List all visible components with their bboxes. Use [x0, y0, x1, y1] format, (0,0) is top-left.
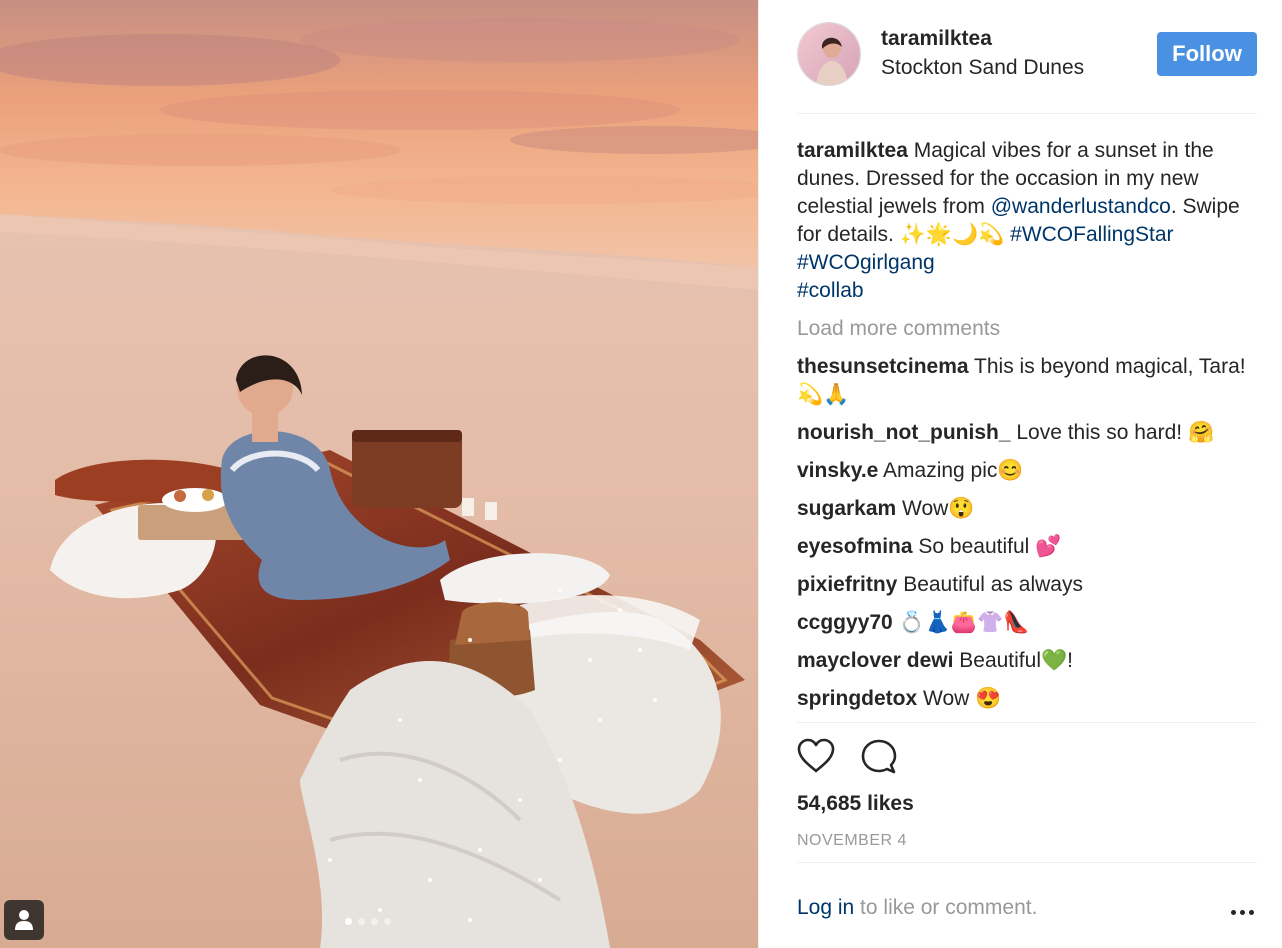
comment-text: Amazing pic😊 — [878, 459, 1024, 482]
comment: sugarkam Wow😲 — [797, 495, 1257, 523]
hashtag-link[interactable]: #WCOgirlgang — [797, 251, 935, 274]
comment-text: Beautiful as always — [897, 573, 1083, 596]
login-prompt: Log in to like or comment. — [797, 896, 1037, 920]
post-side-panel: taramilktea Stockton Sand Dunes Follow t… — [758, 0, 1282, 948]
comment-username[interactable]: ccggyy70 — [797, 611, 893, 634]
photo-illustration — [0, 0, 758, 948]
comment: pixiefritny Beautiful as always — [797, 571, 1257, 599]
comment-username[interactable]: thesunsetcinema — [797, 355, 969, 378]
comment-text: Beautiful💚! — [953, 649, 1073, 672]
comment: ccggyy70 💍👗👛👚👠 — [797, 609, 1257, 637]
post-photo[interactable] — [0, 0, 758, 948]
comment: vinsky.e Amazing pic😊 — [797, 457, 1257, 485]
comment-username[interactable]: springdetox — [797, 687, 917, 710]
hashtag-link[interactable]: #WCOFallingStar — [1010, 223, 1173, 246]
comment-username[interactable]: eyesofmina — [797, 535, 913, 558]
like-button[interactable] — [797, 738, 835, 779]
carousel-dot — [371, 918, 378, 925]
login-prompt-text: to like or comment. — [854, 896, 1038, 919]
divider — [797, 862, 1257, 863]
divider — [797, 722, 1257, 723]
post-date[interactable]: NOVEMBER 4 — [797, 832, 907, 850]
mention-link[interactable]: @wanderlustandco — [991, 195, 1171, 218]
user-tags-button[interactable] — [4, 900, 44, 940]
carousel-dot — [358, 918, 365, 925]
avatar-image — [798, 23, 860, 85]
post-username[interactable]: taramilktea — [881, 27, 992, 51]
user-tag-icon — [15, 910, 33, 930]
carousel-indicator — [345, 918, 391, 925]
post-location[interactable]: Stockton Sand Dunes — [881, 56, 1084, 80]
comment-username[interactable]: mayclover dewi — [797, 649, 953, 672]
more-options-icon — [1231, 910, 1236, 915]
follow-button[interactable]: Follow — [1157, 32, 1257, 76]
likes-count[interactable]: 54,685 likes — [797, 792, 914, 816]
carousel-dot — [345, 918, 352, 925]
comment-text: So beautiful 💕 — [912, 535, 1062, 558]
comment: nourish_not_punish_ Love this so hard! 🤗 — [797, 419, 1257, 447]
comment: springdetox Wow 😍 — [797, 685, 1257, 713]
comment-username[interactable]: sugarkam — [797, 497, 896, 520]
comment-text: Wow😲 — [896, 497, 975, 520]
load-more-comments-button[interactable]: Load more comments — [797, 315, 1257, 343]
carousel-dot — [384, 918, 391, 925]
heart-icon — [797, 738, 835, 773]
caption: taramilktea Magical vibes for a sunset i… — [797, 137, 1257, 305]
comment-username[interactable]: nourish_not_punish_ — [797, 421, 1011, 444]
comment-text: 💍👗👛👚👠 — [892, 611, 1030, 634]
comments-list: taramilktea Magical vibes for a sunset i… — [797, 137, 1257, 723]
comment: mayclover dewi Beautiful💚! — [797, 647, 1257, 675]
comment-icon — [861, 739, 897, 774]
login-link[interactable]: Log in — [797, 896, 854, 919]
post-header: taramilktea Stockton Sand Dunes Follow — [759, 0, 1282, 113]
comment-button[interactable] — [861, 738, 897, 779]
comment-username[interactable]: pixiefritny — [797, 573, 897, 596]
comment: eyesofmina So beautiful 💕 — [797, 533, 1257, 561]
avatar[interactable] — [797, 22, 861, 86]
more-options-button[interactable] — [1229, 897, 1259, 927]
caption-username[interactable]: taramilktea — [797, 139, 908, 162]
divider — [797, 113, 1257, 114]
comment-username[interactable]: vinsky.e — [797, 459, 878, 482]
more-options-icon — [1240, 910, 1245, 915]
comment: thesunsetcinema This is beyond magical, … — [797, 353, 1257, 409]
hashtag-link[interactable]: #collab — [797, 279, 864, 302]
comment-text: Wow 😍 — [917, 687, 1002, 710]
more-options-icon — [1249, 910, 1254, 915]
comment-text: Love this so hard! 🤗 — [1010, 421, 1215, 444]
